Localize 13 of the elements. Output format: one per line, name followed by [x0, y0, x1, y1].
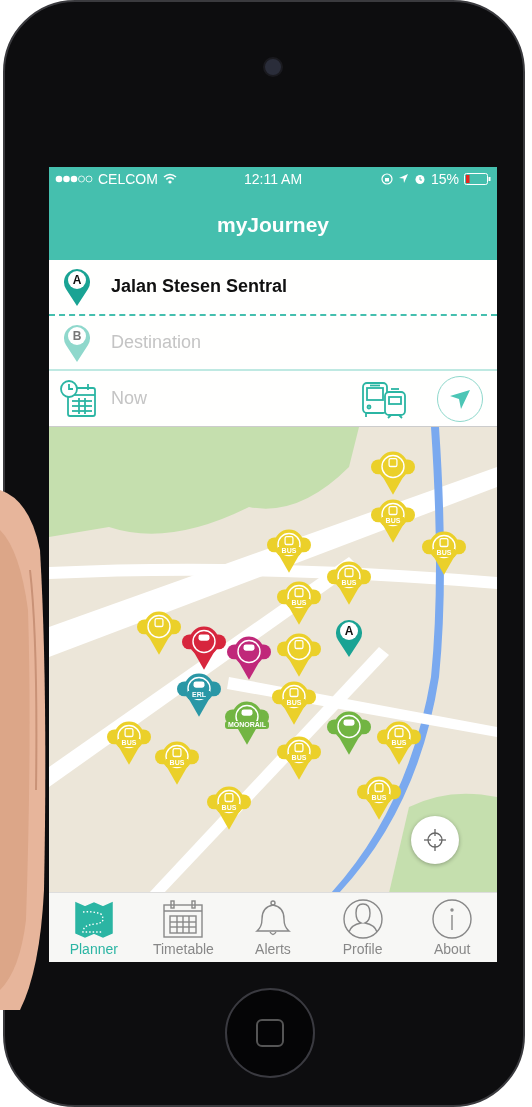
tab[interactable]: Alerts	[230, 898, 316, 957]
tab[interactable]: Planner	[50, 898, 137, 957]
clock-time: 12:11 AM	[243, 170, 303, 187]
destination-field[interactable]: Destination	[111, 332, 311, 354]
tab[interactable]: Profile	[319, 898, 406, 957]
origin-field[interactable]: Jalan Stesen Sentral	[111, 276, 288, 298]
tab[interactable]: Timetable	[140, 898, 227, 957]
carrier-name: CELCOM	[98, 170, 158, 187]
pin-letter: B	[71, 327, 83, 344]
pin-letter: A	[71, 271, 83, 288]
battery-percent: 15%	[430, 170, 459, 187]
app-title: myJourney	[216, 213, 329, 238]
tab[interactable]: About	[409, 898, 496, 957]
